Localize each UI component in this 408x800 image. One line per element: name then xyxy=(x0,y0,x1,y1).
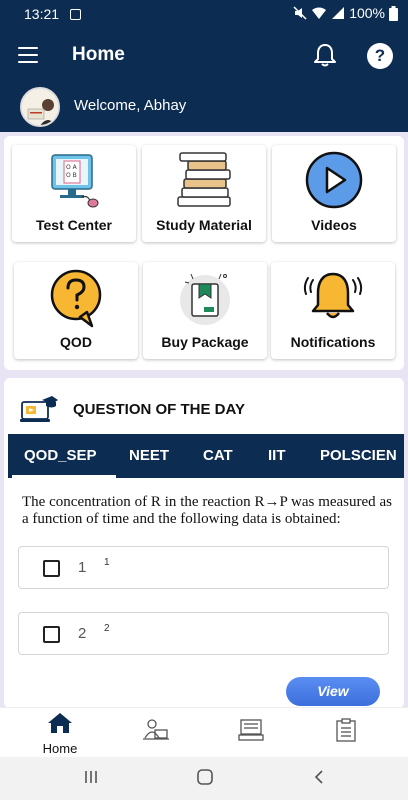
svg-text:O B: O B xyxy=(66,172,77,179)
home-button-icon[interactable] xyxy=(196,769,214,785)
bell-icon[interactable] xyxy=(312,42,338,68)
view-button[interactable]: View xyxy=(286,677,380,706)
avatar[interactable] xyxy=(20,87,60,127)
question-bubble-icon xyxy=(50,269,102,328)
online-class-icon xyxy=(20,396,58,422)
signal-icon xyxy=(332,7,345,19)
tab-cat[interactable]: CAT xyxy=(203,447,233,464)
option-1[interactable]: 1 1 xyxy=(18,546,389,589)
checkbox[interactable] xyxy=(43,560,60,577)
tab-polscien[interactable]: POLSCIEN xyxy=(320,447,397,464)
bottom-nav: Home xyxy=(0,707,408,757)
status-time: 13:21 xyxy=(24,6,60,22)
clipboard-icon xyxy=(336,718,356,742)
status-icons: 100% xyxy=(293,5,398,21)
help-icon[interactable]: ? xyxy=(367,43,393,69)
tile-buy-package[interactable]: Buy Package xyxy=(143,262,267,359)
system-navigation-bar xyxy=(0,757,408,800)
welcome-text: Welcome, Abhay xyxy=(74,97,187,114)
battery-percent: 100% xyxy=(349,5,385,21)
nav-home[interactable]: Home xyxy=(30,712,90,756)
qod-card: QUESTION OF THE DAY QOD_SEP NEET CAT IIT… xyxy=(4,378,404,708)
tile-qod[interactable]: QOD xyxy=(14,262,138,359)
checkbox[interactable] xyxy=(43,626,60,643)
tab-qod-sep[interactable]: QOD_SEP xyxy=(24,447,97,464)
tile-label: Test Center xyxy=(36,217,112,233)
option-number: 2 xyxy=(78,625,87,642)
option-2[interactable]: 2 2 xyxy=(18,612,389,655)
nav-courses[interactable] xyxy=(221,712,281,747)
tile-label: Notifications xyxy=(290,334,376,350)
qod-title: QUESTION OF THE DAY xyxy=(73,401,245,418)
nav-reports[interactable] xyxy=(316,712,376,747)
play-video-icon xyxy=(305,151,363,209)
notification-bell-icon xyxy=(303,272,363,319)
tab-iit[interactable]: IIT xyxy=(268,447,286,464)
tile-label: QOD xyxy=(60,334,92,350)
tile-notifications[interactable]: Notifications xyxy=(271,262,395,359)
status-bar: 13:21 100% xyxy=(0,0,408,30)
option-number: 1 xyxy=(78,559,87,576)
option-text: 1 xyxy=(104,557,110,568)
subject-tabs: QOD_SEP NEET CAT IIT POLSCIEN xyxy=(8,434,404,478)
option-text: 2 xyxy=(104,623,110,634)
test-center-icon: O A O B xyxy=(51,154,99,208)
wifi-icon xyxy=(312,7,327,19)
nav-home-label: Home xyxy=(42,741,78,756)
mute-icon xyxy=(293,6,307,20)
app-bar: Home ? xyxy=(0,30,408,80)
courses-icon xyxy=(238,719,264,741)
welcome-bar: Welcome, Abhay xyxy=(0,80,408,132)
feature-grid: O A O B Test Center Study Material Video… xyxy=(4,136,404,370)
package-icon xyxy=(180,273,230,325)
books-icon xyxy=(177,152,231,207)
tile-videos[interactable]: Videos xyxy=(272,145,396,242)
classroom-icon xyxy=(143,719,169,740)
home-icon xyxy=(48,713,72,733)
question-text: The concentration of R in the reaction R… xyxy=(22,494,392,527)
tile-label: Videos xyxy=(311,217,357,233)
battery-icon xyxy=(389,5,398,21)
tile-study-material[interactable]: Study Material xyxy=(142,145,266,242)
active-tab-indicator xyxy=(12,475,116,478)
hamburger-menu-icon[interactable] xyxy=(18,47,38,63)
notification-app-icon xyxy=(70,9,81,20)
tab-neet[interactable]: NEET xyxy=(129,447,169,464)
tile-label: Buy Package xyxy=(161,334,249,350)
tile-test-center[interactable]: O A O B Test Center xyxy=(12,145,136,242)
page-title: Home xyxy=(72,44,125,65)
back-icon[interactable] xyxy=(312,769,326,785)
svg-text:O A: O A xyxy=(66,164,78,171)
nav-classroom[interactable] xyxy=(126,712,186,747)
tile-label: Study Material xyxy=(156,217,252,233)
recent-apps-icon[interactable] xyxy=(83,769,99,785)
